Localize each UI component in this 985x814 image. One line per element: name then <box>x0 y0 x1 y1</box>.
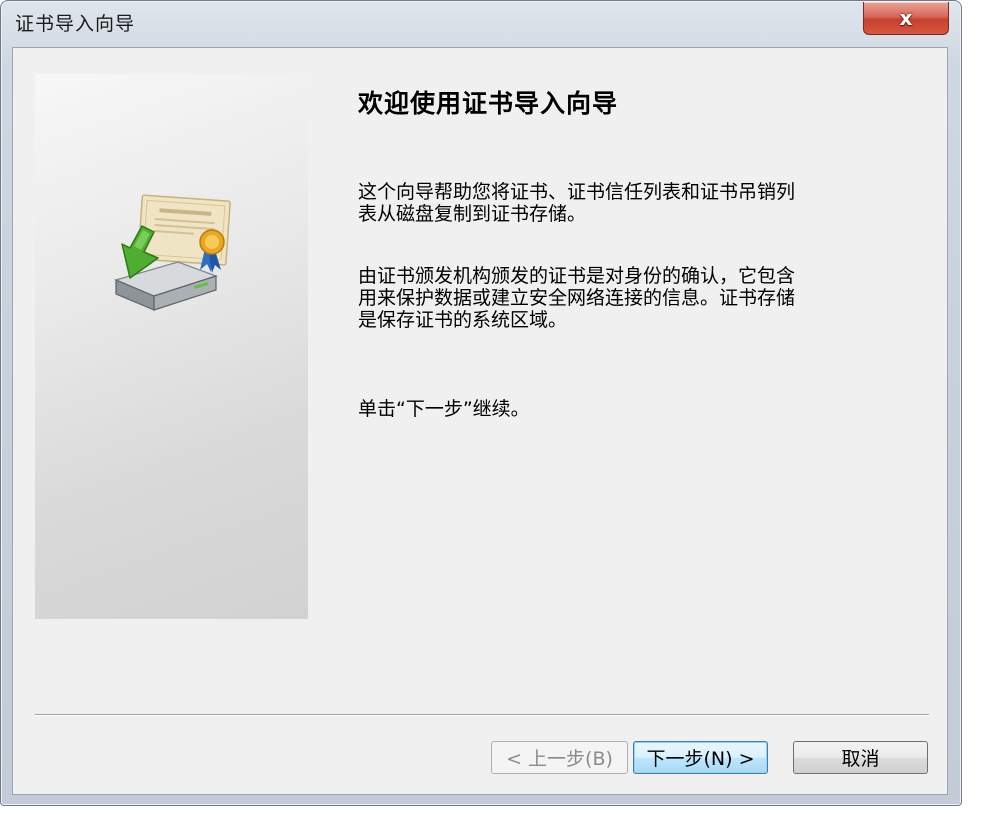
wizard-intro-text: 这个向导帮助您将证书、证书信任列表和证书吊销列 表从磁盘复制到证书存储。 <box>358 181 796 225</box>
window-title: 证书导入向导 <box>15 13 136 35</box>
button-separator <box>35 714 929 716</box>
next-button[interactable]: 下一步(N) > <box>633 741 768 774</box>
title-bar[interactable]: 证书导入向导 x <box>1 1 961 47</box>
wizard-window: 证书导入向导 x 欢迎使用证书导入向导 这个向导帮助您将证书、证书信任列表和证书… <box>0 0 962 806</box>
wizard-side-panel <box>35 74 308 619</box>
wizard-client-area: 欢迎使用证书导入向导 这个向导帮助您将证书、证书信任列表和证书吊销列 表从磁盘复… <box>12 47 948 795</box>
wizard-heading: 欢迎使用证书导入向导 <box>358 89 619 118</box>
certificate-description-text: 由证书颁发机构颁发的证书是对身份的确认，它包含 用来保护数据或建立安全网络连接的… <box>358 265 796 331</box>
cancel-button[interactable]: 取消 <box>793 741 928 774</box>
certificate-import-icon <box>114 194 231 311</box>
continue-instruction-text: 单击“下一步”继续。 <box>358 398 530 420</box>
close-button[interactable]: x <box>863 2 949 35</box>
close-icon: x <box>899 6 913 30</box>
back-button[interactable]: < 上一步(B) <box>491 741 628 774</box>
